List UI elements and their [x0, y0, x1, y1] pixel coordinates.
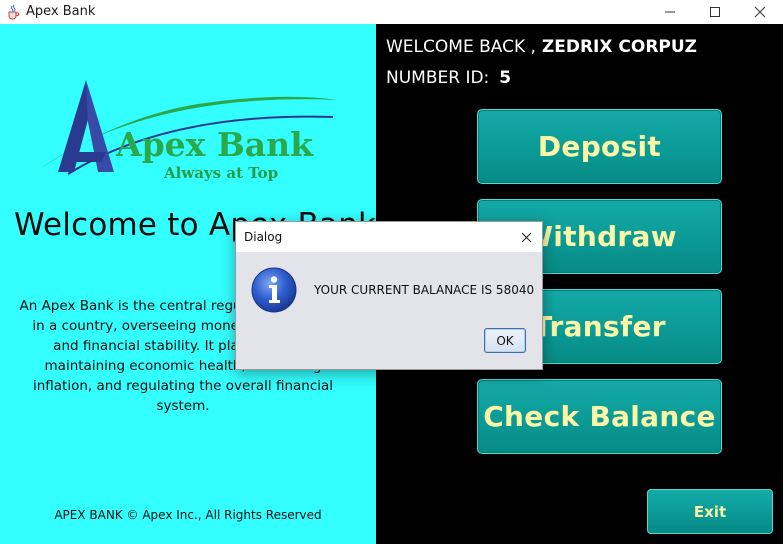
logo-tagline-text: Always at Top [163, 164, 278, 182]
minimize-button[interactable] [647, 0, 692, 24]
check-balance-button[interactable]: Check Balance [477, 379, 722, 454]
logo-brand-text: Apex Bank [115, 125, 314, 164]
number-id-label: NUMBER ID: [386, 68, 490, 88]
close-button[interactable] [737, 0, 782, 24]
copyright-footer: APEX BANK © Apex Inc., All Rights Reserv… [54, 508, 322, 522]
close-icon [521, 232, 531, 242]
number-id-value: 5 [499, 68, 512, 88]
dialog-close-button[interactable] [512, 224, 540, 250]
exit-button[interactable]: Exit [647, 489, 773, 534]
welcome-back-line: WELCOME BACK , ZEDRIX CORPUZ [386, 37, 697, 57]
info-icon [251, 267, 297, 313]
window-title: Apex Bank [26, 4, 96, 19]
java-cup-icon [8, 4, 20, 20]
dialog-body: YOUR CURRENT BALANACE IS 58040 OK [236, 252, 542, 369]
balance-dialog: Dialog YOUR CURRENT BALANACE IS 58040 OK [235, 221, 543, 370]
deposit-button[interactable]: Deposit [477, 109, 722, 184]
ok-button[interactable]: OK [484, 328, 526, 353]
maximize-button[interactable] [692, 0, 737, 24]
user-name: ZEDRIX CORPUZ [541, 37, 698, 57]
apex-bank-logo: Apex Bank Always at Top [38, 80, 338, 182]
dialog-title: Dialog [244, 230, 283, 244]
number-id-line: NUMBER ID: 5 [386, 68, 511, 88]
balance-message: YOUR CURRENT BALANACE IS 58040 [314, 283, 535, 297]
minimize-icon [664, 11, 675, 13]
maximize-icon [709, 7, 720, 17]
welcome-back-label: WELCOME BACK , [386, 37, 536, 57]
close-icon [754, 6, 765, 18]
window-titlebar: Apex Bank [0, 0, 783, 24]
dialog-titlebar: Dialog [236, 222, 542, 252]
